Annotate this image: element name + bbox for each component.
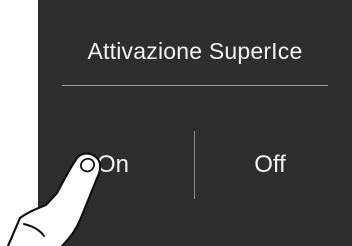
- screen: Attivazione SuperIce On Off: [0, 0, 352, 246]
- title-divider: [62, 85, 328, 86]
- superice-activation-dialog: Attivazione SuperIce On Off: [38, 0, 352, 246]
- on-button-label: On: [96, 151, 129, 178]
- dialog-title: Attivazione SuperIce: [87, 38, 303, 64]
- off-button[interactable]: Off: [195, 120, 345, 210]
- off-button-label: Off: [254, 151, 286, 178]
- on-button[interactable]: On: [38, 120, 188, 210]
